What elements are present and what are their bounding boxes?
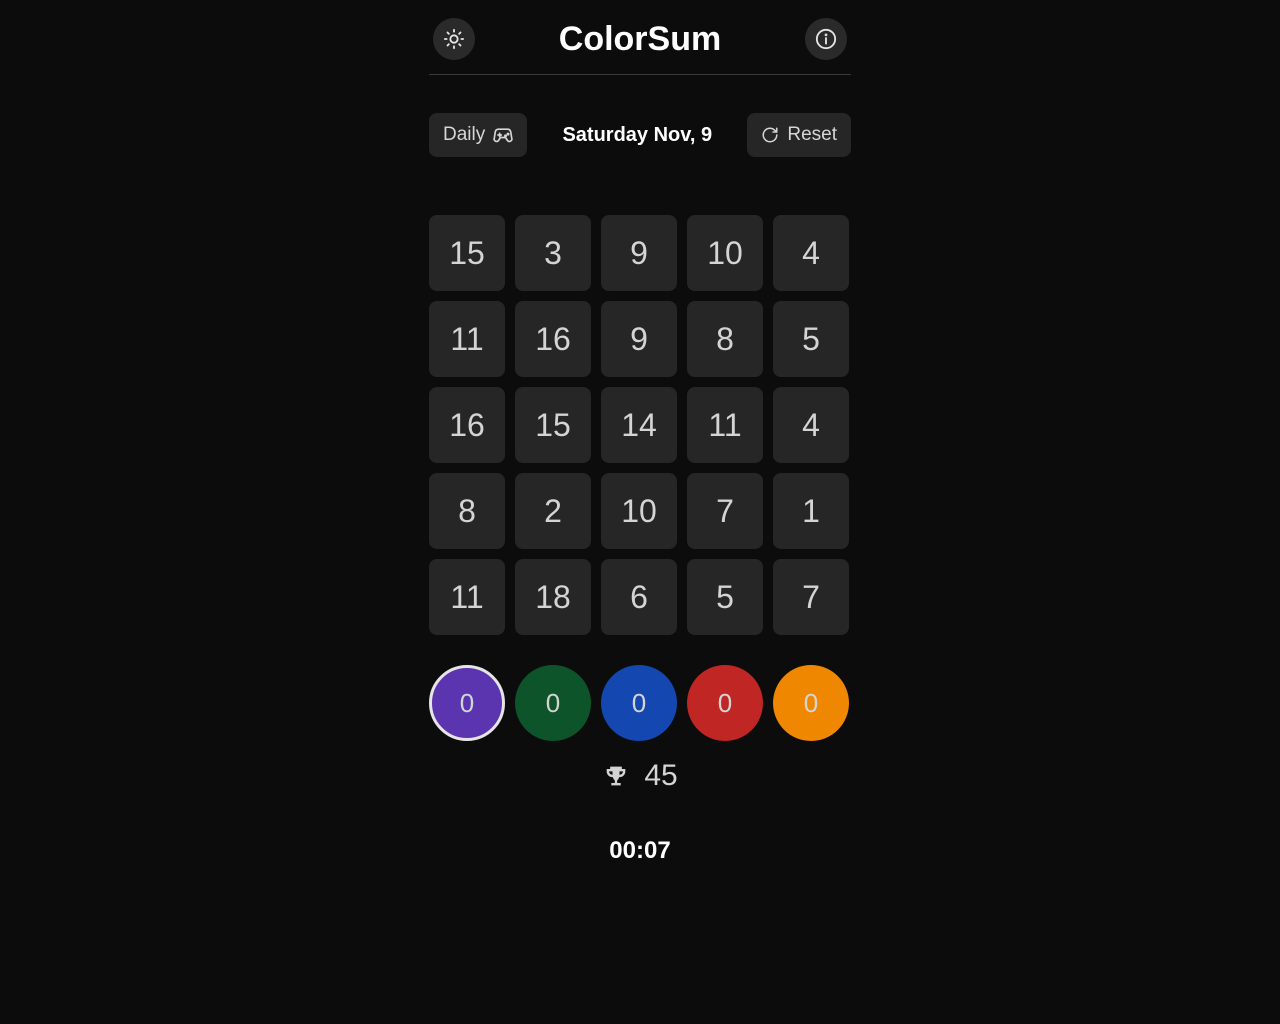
grid-cell[interactable]: 8 <box>429 473 505 549</box>
grid-cell[interactable]: 16 <box>429 387 505 463</box>
grid-cell[interactable]: 15 <box>515 387 591 463</box>
color-select-4[interactable]: 0 <box>773 665 849 741</box>
grid-cell[interactable]: 11 <box>429 301 505 377</box>
grid-cell[interactable]: 9 <box>601 301 677 377</box>
grid-cell[interactable]: 8 <box>687 301 763 377</box>
grid-cell[interactable]: 5 <box>687 559 763 635</box>
color-select-2[interactable]: 0 <box>601 665 677 741</box>
color-select-3[interactable]: 0 <box>687 665 763 741</box>
color-selector-row: 00000 <box>429 665 851 741</box>
grid-cell[interactable]: 10 <box>601 473 677 549</box>
app-title: ColorSum <box>559 20 721 59</box>
date-label: Saturday Nov, 9 <box>562 124 712 147</box>
grid-cell[interactable]: 5 <box>773 301 849 377</box>
theme-toggle-button[interactable] <box>433 18 475 60</box>
grid-cell[interactable]: 4 <box>773 215 849 291</box>
header: ColorSum <box>429 18 851 75</box>
grid-cell[interactable]: 4 <box>773 387 849 463</box>
grid-cell[interactable]: 11 <box>429 559 505 635</box>
sun-icon <box>443 28 465 50</box>
target-row: 45 <box>429 759 851 793</box>
reset-label: Reset <box>787 124 837 146</box>
reset-button[interactable]: Reset <box>747 113 851 157</box>
grid-cell[interactable]: 9 <box>601 215 677 291</box>
gamepad-icon <box>493 125 513 145</box>
grid-cell[interactable]: 16 <box>515 301 591 377</box>
color-select-1[interactable]: 0 <box>515 665 591 741</box>
grid-cell[interactable]: 14 <box>601 387 677 463</box>
color-select-0[interactable]: 0 <box>429 665 505 741</box>
grid-cell[interactable]: 1 <box>773 473 849 549</box>
info-button[interactable] <box>805 18 847 60</box>
daily-mode-label: Daily <box>443 124 485 146</box>
grid-cell[interactable]: 3 <box>515 215 591 291</box>
grid-cell[interactable]: 15 <box>429 215 505 291</box>
grid-cell[interactable]: 18 <box>515 559 591 635</box>
grid-cell[interactable]: 7 <box>773 559 849 635</box>
subbar: Daily Saturday Nov, 9 <box>429 113 851 157</box>
grid-cell[interactable]: 11 <box>687 387 763 463</box>
reset-icon <box>761 126 779 144</box>
info-icon <box>815 28 837 50</box>
target-value: 45 <box>644 759 677 793</box>
grid-cell[interactable]: 7 <box>687 473 763 549</box>
timer: 00:07 <box>429 837 851 865</box>
number-grid: 153910411169851615141148210711118657 <box>429 215 851 635</box>
grid-cell[interactable]: 6 <box>601 559 677 635</box>
trophy-icon <box>602 762 630 790</box>
daily-mode-button[interactable]: Daily <box>429 113 527 157</box>
grid-cell[interactable]: 2 <box>515 473 591 549</box>
grid-cell[interactable]: 10 <box>687 215 763 291</box>
